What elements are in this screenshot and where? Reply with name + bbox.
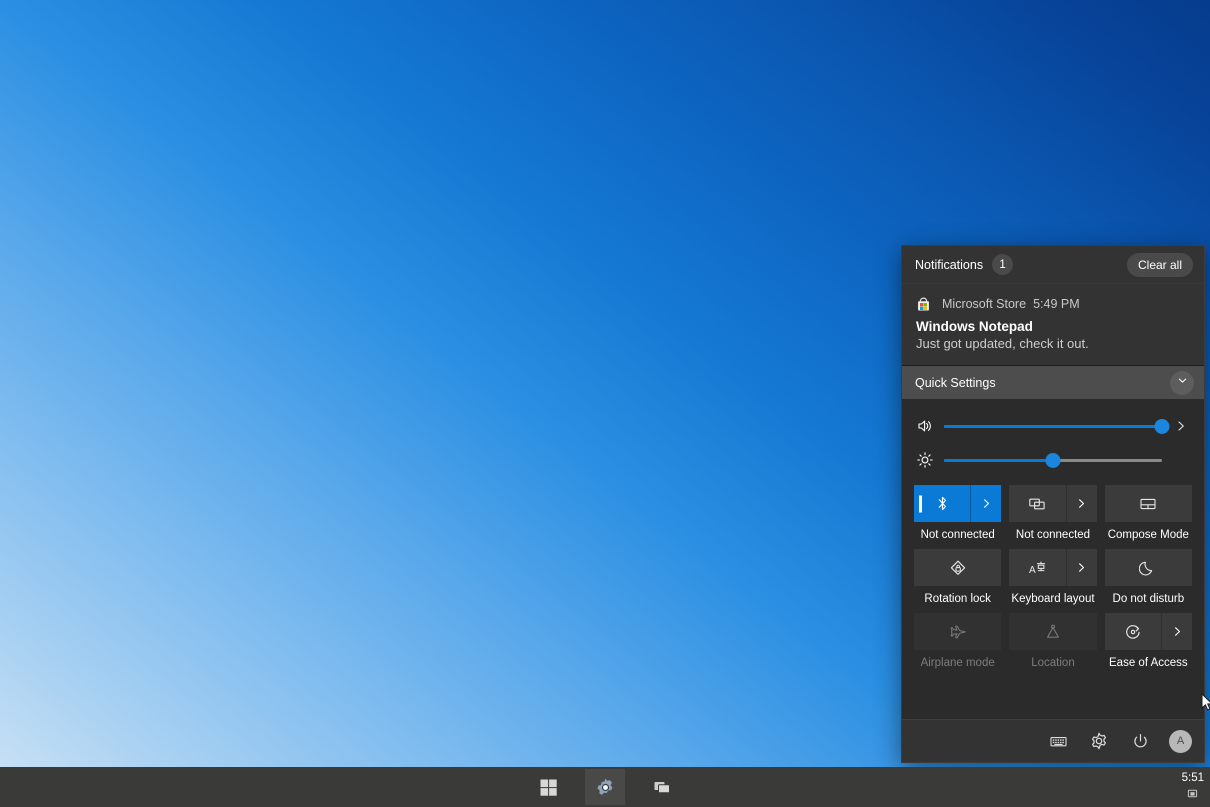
tile-button[interactable] [1105,485,1192,522]
quick-setting-tile[interactable]: Not connected [914,485,1001,542]
notifications-count-badge: 1 [992,254,1013,275]
notification-tray-icon[interactable] [1187,786,1198,804]
quick-settings-header: Quick Settings [902,366,1204,399]
quick-settings-body: Not connected Not connected Compose Mode Ro… [902,399,1204,670]
power-icon[interactable] [1128,729,1152,753]
svg-text:A: A [1029,565,1036,576]
quick-setting-tile[interactable]: Do not disturb [1105,549,1192,606]
tile-chevron-right-icon[interactable] [1066,549,1097,586]
speaker-icon [914,417,936,435]
tile-label: Keyboard layout [1009,592,1096,606]
tile-label: Ease of Access [1105,656,1192,670]
volume-output-chevron-right-icon[interactable] [1170,419,1192,433]
tile-label: Compose Mode [1105,528,1192,542]
brightness-slider[interactable] [944,451,1162,469]
notification-app-row: Microsoft Store 5:49 PM [916,295,1190,313]
ease-of-access-icon [1105,623,1161,641]
moon-icon [1105,559,1192,577]
quick-setting-tile[interactable]: Ease of Access [1105,613,1192,670]
tile-button [1009,613,1096,650]
quick-setting-tile[interactable]: Rotation lock [914,549,1001,606]
quick-settings-title: Quick Settings [915,376,996,390]
tile-button[interactable] [914,549,1001,586]
quick-setting-tile[interactable]: Not connected [1009,485,1096,542]
quick-setting-tile[interactable]: Location [1009,613,1096,670]
volume-slider[interactable] [944,417,1162,435]
quick-settings-tile-grid: Not connected Not connected Compose Mode Ro… [902,477,1204,670]
tile-chevron-right-icon[interactable] [970,485,1001,522]
brightness-slider-row [902,443,1204,477]
settings-gear-icon[interactable] [585,769,625,805]
notification-time: 5:49 PM [1033,297,1080,311]
quick-settings-footer: A [902,719,1204,762]
tile-label: Rotation lock [914,592,1001,606]
on-screen-keyboard-icon[interactable] [1046,729,1070,753]
taskbar-center-group [528,769,682,805]
tile-label: Location [1009,656,1096,670]
tile-label: Not connected [1009,528,1096,542]
tile-label: Airplane mode [914,656,1001,670]
clear-all-button[interactable]: Clear all [1127,253,1193,277]
tile-focus-indicator [919,495,922,512]
tile-label: Do not disturb [1105,592,1192,606]
tile-button[interactable] [1009,485,1096,522]
quick-setting-tile[interactable]: A Keyboard layout [1009,549,1096,606]
clear-all-label: Clear all [1138,258,1182,272]
gear-icon[interactable] [1087,729,1111,753]
microsoft-store-icon [916,297,931,312]
compose-mode-icon [1105,495,1192,513]
windows-start-icon[interactable] [528,769,568,805]
tile-button[interactable] [1105,613,1192,650]
tile-button[interactable]: A [1009,549,1096,586]
keyboard-layout-icon: A [1009,559,1065,577]
brightness-slider-thumb[interactable] [1046,453,1061,468]
cast-icon [1009,495,1065,513]
task-view-icon[interactable] [642,769,682,805]
taskbar: 5:51 [0,767,1210,807]
system-tray-clock[interactable]: 5:51 [1182,771,1204,804]
bluetooth-icon [914,495,970,512]
quick-setting-tile[interactable]: Airplane mode [914,613,1001,670]
desktop: Notifications 1 Clear all [0,0,1210,807]
notification-item[interactable]: Microsoft Store 5:49 PM Windows Notepad … [902,284,1204,366]
brightness-icon [914,451,936,469]
tile-chevron-right-icon[interactable] [1066,485,1097,522]
notifications-header: Notifications 1 Clear all [902,246,1204,284]
user-avatar[interactable]: A [1169,730,1192,753]
chevron-down-icon [1176,374,1189,392]
quick-setting-tile[interactable]: Compose Mode [1105,485,1192,542]
tile-label: Not connected [914,528,1001,542]
tile-button[interactable] [914,485,1001,522]
tile-chevron-right-icon[interactable] [1161,613,1192,650]
brightness-slider-fill [944,459,1053,462]
notification-center-flyout: Notifications 1 Clear all [901,245,1205,763]
quick-settings-collapse-button[interactable] [1170,371,1194,395]
taskbar-time: 5:51 [1182,771,1204,785]
volume-slider-fill [944,425,1162,428]
notification-body: Just got updated, check it out. [916,336,1190,351]
avatar-initial: A [1177,735,1184,747]
airplane-icon [914,623,1001,641]
rotation-lock-icon [914,559,1001,577]
notifications-title: Notifications [915,258,983,272]
notification-app-name: Microsoft Store [942,297,1026,311]
notification-heading: Windows Notepad [916,319,1190,334]
location-icon [1009,623,1096,641]
volume-slider-thumb[interactable] [1155,419,1170,434]
tile-button[interactable] [1105,549,1192,586]
tile-button [914,613,1001,650]
volume-slider-row [902,409,1204,443]
